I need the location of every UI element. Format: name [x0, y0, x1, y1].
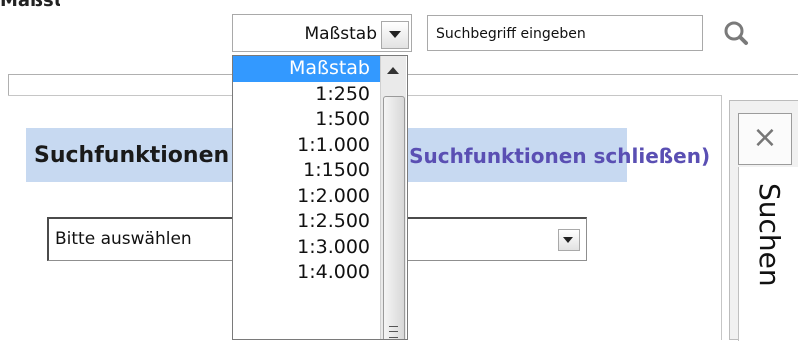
dropdown-option[interactable]: 1:4.000 — [233, 260, 380, 286]
search-function-select-value: Bitte auswählen — [55, 229, 192, 249]
panel-border — [8, 74, 9, 96]
dropdown-option[interactable]: Maßstab — [233, 56, 380, 82]
side-tab-search[interactable]: × Suchen — [729, 100, 798, 341]
scroll-up-arrow-icon[interactable] — [383, 60, 403, 82]
dropdown-option[interactable]: 1:3.000 — [233, 235, 380, 261]
chevron-down-icon[interactable] — [381, 21, 409, 49]
page-title: Maßstab — [0, 0, 60, 11]
dropdown-option[interactable]: 1:2.500 — [233, 209, 380, 235]
scale-select-value: Maßstab — [304, 24, 377, 44]
dropdown-option[interactable]: 1:2.000 — [233, 184, 380, 210]
panel-divider — [721, 95, 722, 340]
search-icon[interactable] — [720, 18, 754, 52]
grip-icon — [389, 326, 398, 338]
dropdown-option[interactable]: 1:250 — [233, 82, 380, 108]
search-input[interactable]: Suchbegriff eingeben — [427, 15, 703, 51]
close-icon[interactable]: × — [738, 113, 792, 165]
close-search-functions-link[interactable]: (Suchfunktionen schließen) — [400, 144, 710, 168]
dropdown-option[interactable]: 1:1500 — [233, 158, 380, 184]
dropdown-scrollbar[interactable] — [380, 56, 406, 339]
chevron-down-icon[interactable] — [558, 229, 580, 251]
search-functions-title: Suchfunktionen — [34, 143, 230, 168]
scale-select[interactable]: Maßstab — [232, 14, 412, 52]
side-tab-label: Suchen — [753, 183, 786, 287]
side-tab-label-area[interactable]: Suchen — [738, 167, 798, 341]
scrollbar-thumb[interactable] — [383, 96, 405, 339]
dropdown-option[interactable]: 1:1.000 — [233, 133, 380, 159]
scale-dropdown-list[interactable]: Maßstab 1:250 1:500 1:1.000 1:1500 1:2.000 1:2… — [232, 55, 408, 340]
dropdown-option[interactable]: 1:500 — [233, 107, 380, 133]
